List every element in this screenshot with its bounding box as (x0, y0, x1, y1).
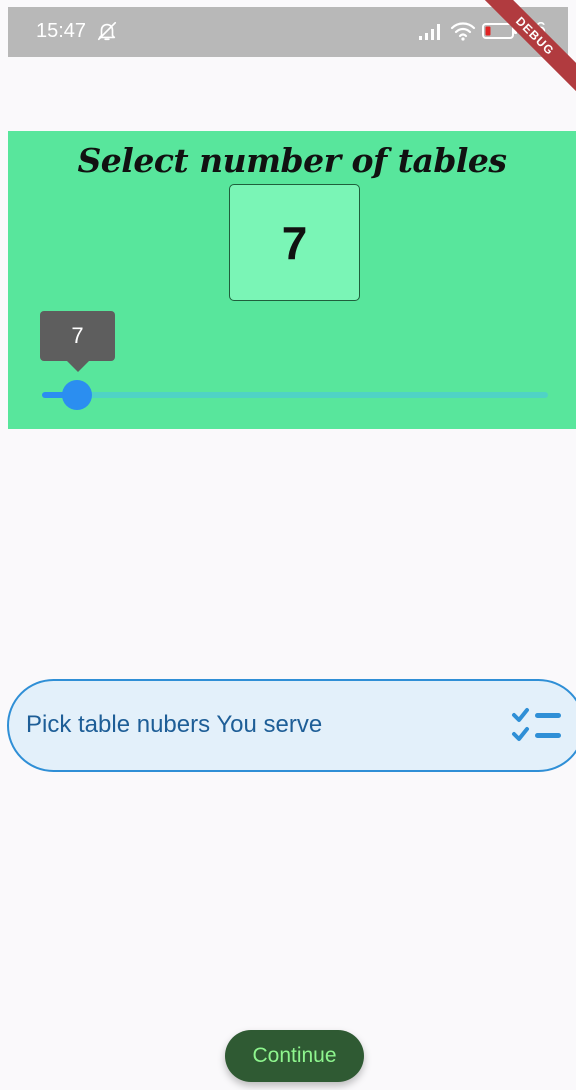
continue-button[interactable]: Continue (225, 1030, 364, 1082)
slider-thumb[interactable] (62, 380, 93, 410)
wifi-icon (450, 21, 475, 41)
bell-off-icon (97, 21, 117, 41)
signal-icon (418, 23, 440, 40)
panel-title: Select number of tables (77, 141, 507, 180)
status-icons: 16 (418, 19, 546, 42)
screen: 15:47 16 DEBUG Select number of tables 7… (0, 0, 576, 1090)
table-selector-panel: Select number of tables 7 7 (8, 131, 576, 429)
pick-tables-label: Pick table nubers You serve (26, 711, 323, 738)
checklist-icon[interactable] (511, 706, 563, 748)
table-count-display: 7 (229, 184, 360, 301)
slider-value-tooltip: 7 (40, 311, 115, 372)
battery-icon (481, 22, 517, 39)
pick-tables-field[interactable]: Pick table nubers You serve (7, 679, 576, 772)
status-time: 15:47 (36, 20, 87, 42)
slider-track[interactable] (42, 392, 548, 398)
battery-percent: 16 (523, 19, 546, 41)
status-bar: 15:47 16 (8, 7, 568, 57)
